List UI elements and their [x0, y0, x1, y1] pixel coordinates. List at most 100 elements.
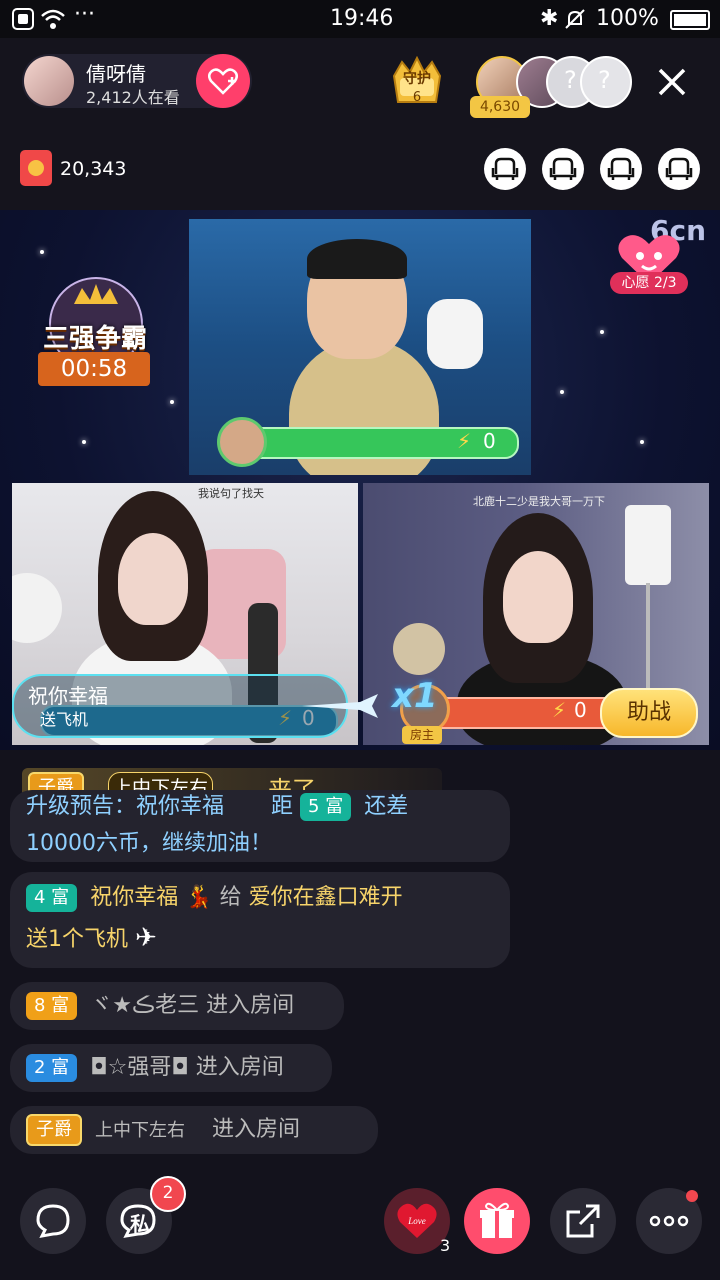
right-video-caption: 北鹿十二少是我大哥一万下 — [473, 495, 605, 508]
chat-bubble-icon — [36, 1204, 70, 1239]
chat-message[interactable]: 升级预告：祝你幸福 距 5 富 还差 10000六币，继续加油！ — [10, 790, 510, 862]
ring-light — [12, 573, 62, 643]
sparkle — [640, 440, 644, 444]
decor-flower — [393, 623, 445, 675]
chat-action: 进入房间 — [195, 1055, 284, 1080]
airplane-icon — [302, 694, 378, 718]
streamer-head — [118, 533, 188, 625]
chat-username[interactable]: 上中下左右 — [95, 1120, 185, 1141]
follow-button[interactable] — [196, 54, 250, 108]
seat-icon[interactable] — [600, 148, 642, 190]
chat-target[interactable]: 爱你在鑫口难开 — [249, 885, 403, 910]
rank-tag: 4 富 — [26, 884, 78, 912]
top-fan-avatar-4[interactable]: ? — [580, 56, 632, 108]
gift-button[interactable] — [464, 1188, 530, 1254]
levelup-text-b: 距 — [271, 794, 294, 819]
sparkle — [82, 440, 86, 444]
host-avatar[interactable] — [24, 56, 74, 106]
chat-message[interactable]: 4 富 祝你幸福 💃 给 爱你在鑫口难开 送1个飞机 ✈ — [10, 872, 510, 968]
streamer-hair — [307, 239, 407, 279]
mute-bell-icon — [565, 9, 585, 29]
levelup-text-c: 还差 — [364, 794, 409, 819]
combo-count: x1 — [392, 676, 438, 716]
room-header: 倩呀倩 2,412人在看 守护 6 ? ? 4,630 — [0, 38, 720, 138]
more-dots-icon — [649, 1215, 689, 1227]
lightning-icon: ⚡ — [457, 429, 472, 453]
right-score: 0 — [574, 698, 587, 722]
close-icon[interactable] — [650, 60, 694, 104]
host-name: 倩呀倩 — [86, 62, 146, 86]
wish-progress[interactable]: 心愿 2/3 — [610, 272, 688, 294]
notification-icon — [12, 8, 34, 30]
sparkle — [170, 400, 174, 404]
love-heart-icon: Love — [397, 1203, 437, 1238]
pk-mode-title: 三强争霸 — [42, 324, 147, 354]
score-bar — [235, 427, 519, 459]
main-score: 0 — [483, 429, 496, 453]
battery-icon — [670, 10, 710, 30]
chat-message[interactable]: 子爵 上中下左右 进入房间 — [10, 1106, 378, 1154]
main-video[interactable]: ⚡ 0 — [189, 219, 531, 475]
love-count: 3 — [440, 1236, 451, 1255]
rank-tag: 8 富 — [26, 992, 78, 1020]
wish-count: 2/3 — [653, 275, 677, 291]
levelup-text-a: 升级预告：祝你幸福 — [26, 794, 225, 819]
red-packet-icon[interactable] — [20, 150, 52, 186]
left-video-caption: 我说句了找天 — [198, 487, 264, 500]
guard-label: 守护 — [403, 71, 431, 87]
chat-line: 10000六币，继续加油！ — [26, 831, 272, 856]
rank-tag: 2 富 — [26, 1054, 78, 1082]
viewer-count: 2,412人在看 — [86, 88, 180, 107]
clock: 19:46 — [330, 6, 394, 31]
share-icon — [566, 1204, 600, 1238]
chat-username[interactable]: ◘☆强哥◘ — [90, 1055, 189, 1080]
chat-button[interactable] — [20, 1188, 86, 1254]
chat-message[interactable]: 8 富 ヾ★ڪ老三 进入房间 — [10, 982, 344, 1030]
seat-icon[interactable] — [542, 148, 584, 190]
pk-timer: 00:58 — [38, 352, 150, 386]
bluetooth-icon: ✱ — [540, 6, 559, 31]
wifi-icon — [41, 9, 65, 29]
unknown-user-icon: ? — [564, 66, 577, 94]
chat-line: 升级预告：祝你幸福 距 5 富 还差 — [26, 790, 494, 826]
seat-icon[interactable] — [658, 148, 700, 190]
sparkle — [560, 390, 564, 394]
main-streamer-avatar[interactable] — [217, 417, 267, 467]
chat-username[interactable]: ヾ★ڪ老三 — [90, 993, 199, 1018]
rank-tag: 子爵 — [26, 1114, 82, 1146]
chat-message[interactable]: 2 富 ◘☆强哥◘ 进入房间 — [10, 1044, 332, 1092]
room-owner-label: 房主 — [402, 726, 442, 744]
chat-username[interactable]: 祝你幸福 — [90, 885, 178, 910]
rank-tag: 5 富 — [300, 793, 352, 821]
heart-plus-icon — [208, 68, 238, 95]
guard-count: 6 — [412, 90, 422, 105]
gift-box-icon — [480, 1202, 514, 1238]
sparkle — [600, 330, 604, 334]
seat-icon[interactable] — [484, 148, 526, 190]
pk-stage: 三强争霸 00:58 6cn 心愿 2/3 ⚡ 0 我说句了找天 北鹿十二少是我… — [0, 210, 720, 750]
streamer-head — [503, 551, 573, 643]
gift-text: 送1个飞机 — [26, 927, 128, 952]
assist-button[interactable]: 助战 — [600, 688, 698, 738]
desk-lamp — [427, 299, 483, 369]
dancer-icon: 💃 — [185, 885, 213, 910]
wish-label: 心愿 — [621, 275, 650, 291]
unread-badge: 2 — [150, 1176, 186, 1212]
unknown-user-icon: ? — [598, 66, 611, 94]
airplane-icon: ✈ — [135, 923, 157, 953]
notification-dot — [686, 1190, 698, 1202]
more-dots-icon: ··· — [74, 2, 95, 27]
battery-percent: 100% — [596, 6, 659, 31]
gift-sender-name: 祝你幸福 — [28, 684, 108, 708]
floor-lamp — [625, 505, 671, 585]
chat-action: 进入房间 — [212, 1117, 301, 1142]
red-packet-count: 20,343 — [60, 158, 127, 180]
chat-line: 4 富 祝你幸福 💃 给 爱你在鑫口难开 — [26, 878, 494, 918]
fan-coins-badge: 4,630 — [470, 96, 530, 118]
share-button[interactable] — [550, 1188, 616, 1254]
gift-description: 送飞机 — [40, 710, 89, 729]
room-subheader: 20,343 — [0, 138, 720, 210]
love-label-text: Love — [407, 1216, 426, 1226]
chat-action: 进入房间 — [206, 993, 295, 1018]
private-label: 私 — [130, 1212, 150, 1236]
